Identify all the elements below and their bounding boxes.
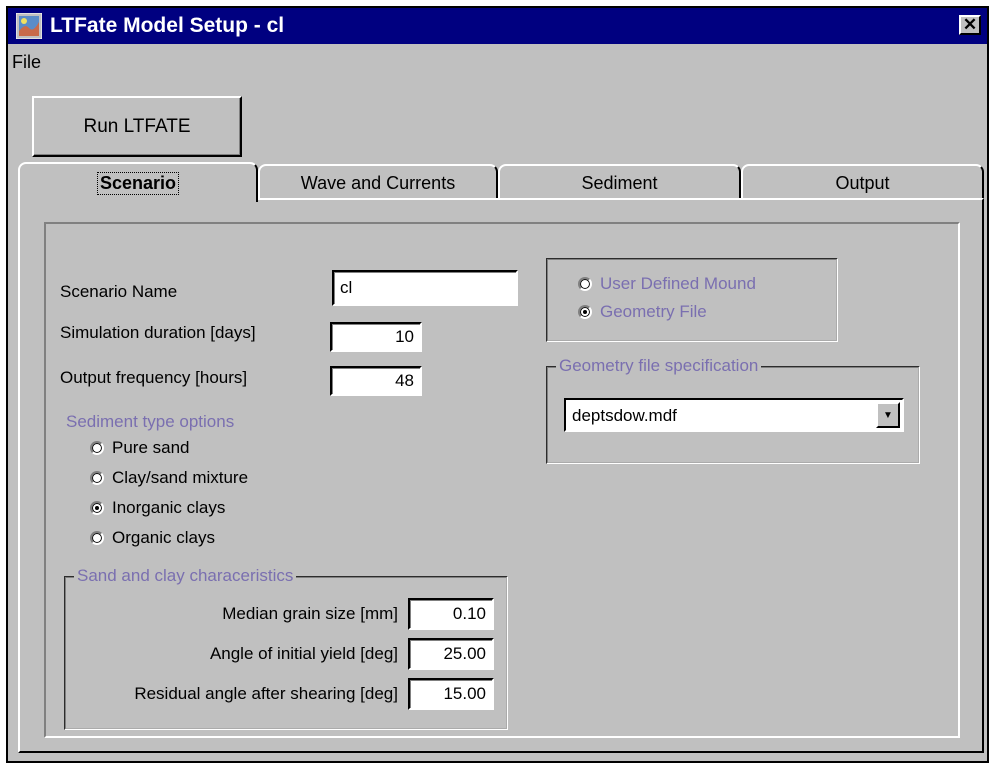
menu-file[interactable]: File	[12, 52, 41, 73]
initial-yield-input[interactable]: 25.00	[408, 638, 494, 670]
scenario-name-label: Scenario Name	[60, 282, 178, 301]
app-window: LTFate Model Setup - cl ✕ File Run LTFAT…	[6, 6, 989, 763]
initial-yield-label: Angle of initial yield [deg]	[209, 644, 398, 663]
radio-clay-sand-label: Clay/sand mixture	[112, 468, 249, 487]
tab-sediment-label: Sediment	[581, 172, 658, 193]
sediment-type-title: Sediment type options	[66, 412, 235, 431]
scenario-name-input[interactable]: cl	[332, 270, 518, 306]
radio-organic-clays-indicator	[90, 531, 104, 545]
radio-organic-clays[interactable]: Organic clays	[90, 528, 215, 548]
residual-angle-label: Residual angle after shearing [deg]	[134, 684, 398, 703]
radio-user-mound-indicator	[578, 277, 592, 291]
radio-geometry-file-label: Geometry File	[600, 302, 707, 321]
title-bar[interactable]: LTFate Model Setup - cl ✕	[8, 8, 987, 44]
radio-user-mound-label: User Defined Mound	[600, 274, 756, 293]
tab-wave-and-currents[interactable]: Wave and Currents	[258, 164, 498, 200]
radio-pure-sand-label: Pure sand	[112, 438, 190, 457]
run-ltfate-button[interactable]: Run LTFATE	[32, 96, 242, 157]
radio-geometry-file[interactable]: Geometry File	[578, 302, 707, 322]
grain-size-input[interactable]: 0.10	[408, 598, 494, 630]
geometry-title: Geometry file specification	[556, 356, 762, 376]
window-title: LTFate Model Setup - cl	[50, 14, 285, 37]
characteristics-title: Sand and clay characeristics	[74, 566, 297, 586]
duration-label: Simulation duration [days]	[60, 323, 256, 342]
radio-clay-sand-indicator	[90, 471, 104, 485]
tab-output-label: Output	[835, 172, 890, 193]
radio-user-defined-mound[interactable]: User Defined Mound	[578, 274, 756, 294]
radio-geometry-file-indicator	[578, 305, 592, 319]
duration-input[interactable]: 10	[330, 322, 422, 352]
tab-scenario[interactable]: Scenario	[18, 162, 258, 202]
tab-output[interactable]: Output	[741, 164, 984, 200]
scenario-frame: Scenario Name cl Simulation duration [da…	[44, 222, 960, 738]
tab-strip: Scenario Wave and Currents Sediment Outp…	[18, 162, 984, 202]
geometry-file-value: deptsdow.mdf	[572, 406, 677, 425]
residual-angle-input[interactable]: 15.00	[408, 678, 494, 710]
mound-type-group: User Defined Mound Geometry File	[546, 258, 838, 342]
radio-inorganic-clays-indicator	[90, 501, 104, 515]
geometry-group: Geometry file specification deptsdow.mdf…	[546, 356, 920, 464]
frequency-input[interactable]: 48	[330, 366, 422, 396]
tab-scenario-label: Scenario	[96, 171, 180, 195]
close-button[interactable]: ✕	[959, 15, 981, 35]
radio-clay-sand-mixture[interactable]: Clay/sand mixture	[90, 468, 248, 488]
tab-wave-label: Wave and Currents	[300, 172, 456, 193]
frequency-label: Output frequency [hours]	[60, 368, 248, 387]
scenario-panel: Scenario Name cl Simulation duration [da…	[18, 198, 984, 753]
characteristics-group: Sand and clay characeristics Median grai…	[64, 566, 508, 730]
chevron-down-icon[interactable]: ▼	[876, 402, 900, 428]
tab-sediment[interactable]: Sediment	[498, 164, 741, 200]
radio-inorganic-clays-label: Inorganic clays	[112, 498, 226, 517]
app-icon	[16, 13, 42, 39]
geometry-file-select[interactable]: deptsdow.mdf ▼	[564, 398, 904, 432]
radio-inorganic-clays[interactable]: Inorganic clays	[90, 498, 225, 518]
menu-bar: File	[8, 44, 987, 76]
radio-pure-sand[interactable]: Pure sand	[90, 438, 190, 458]
radio-pure-sand-indicator	[90, 441, 104, 455]
radio-organic-clays-label: Organic clays	[112, 528, 215, 547]
grain-size-label: Median grain size [mm]	[222, 604, 398, 623]
